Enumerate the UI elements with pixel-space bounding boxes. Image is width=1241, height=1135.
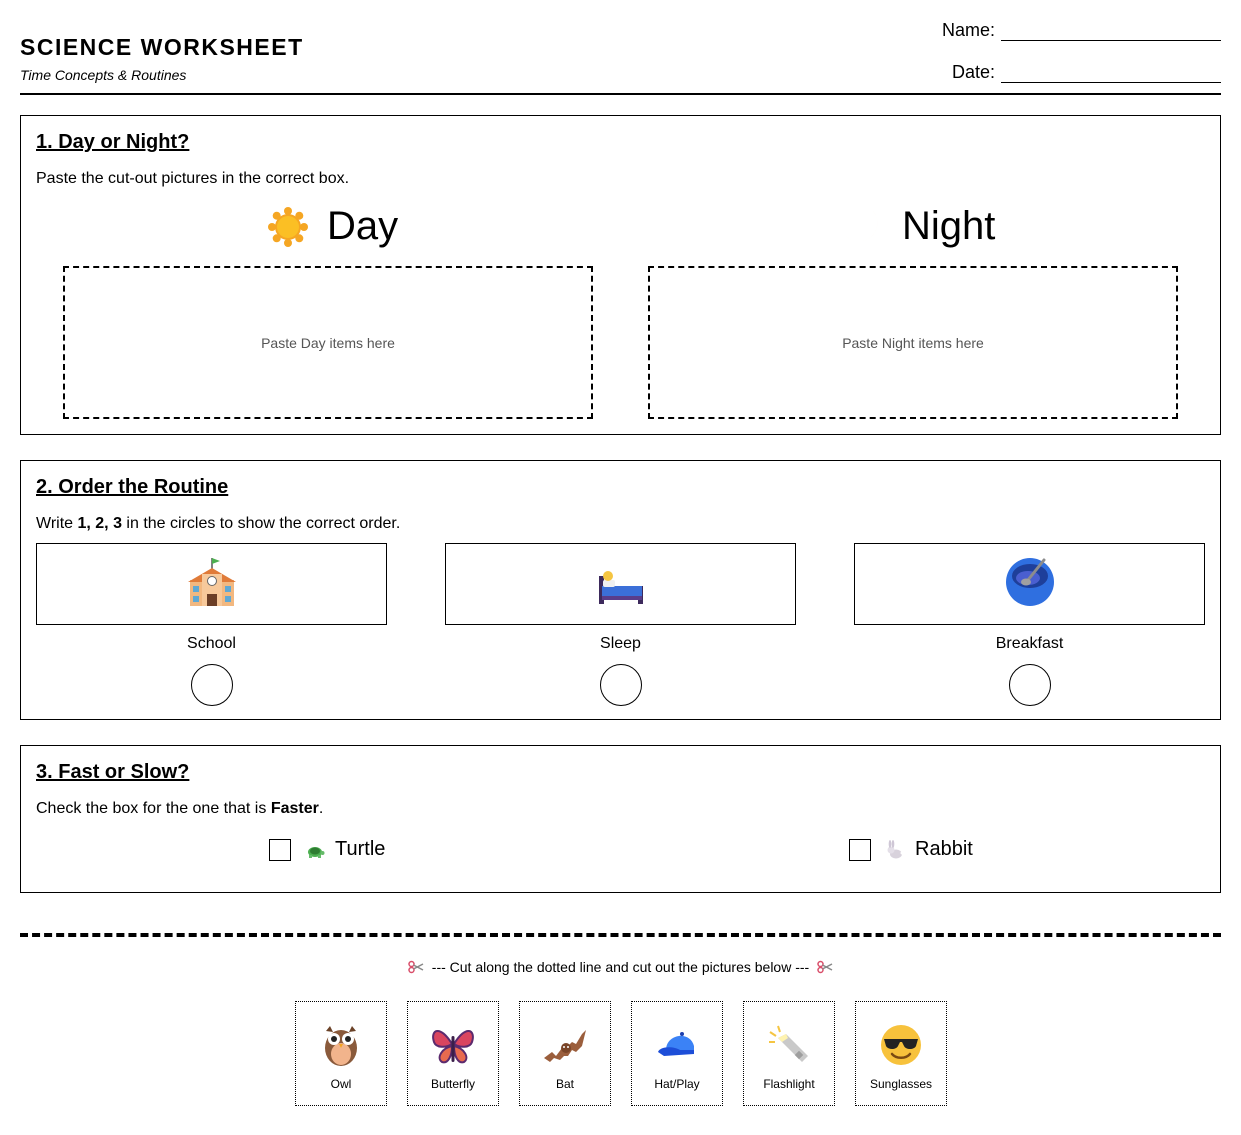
routine-picture-box — [445, 543, 796, 625]
instruction-prefix: Check the box for the one that is — [36, 800, 271, 817]
name-label: Name: — [941, 20, 995, 40]
scissors-icon — [817, 960, 833, 974]
instruction-suffix: . — [318, 800, 324, 817]
section-instruction: Write 1, 2, 3 in the circles to show the… — [36, 515, 400, 533]
cutout-card-flashlight[interactable]: Flashlight — [743, 1001, 835, 1106]
routine-picture-box — [36, 543, 387, 625]
worksheet-title: SCIENCE WORKSHEET — [20, 34, 304, 60]
cutout-cards: Owl Butterfly Bat Hat/Play Flashlight Su… — [295, 1001, 947, 1106]
card-label: Flashlight — [763, 1077, 815, 1091]
routine-label: School — [187, 635, 236, 652]
night-label: Night — [902, 204, 996, 248]
rabbit-checkbox[interactable] — [849, 838, 871, 861]
sunglasses-face-icon — [878, 1022, 924, 1068]
routine-label: Sleep — [600, 635, 641, 652]
order-circle[interactable] — [599, 664, 642, 706]
name-line[interactable] — [1001, 23, 1221, 41]
moon-icon — [842, 206, 884, 248]
routine-item-sleep: Sleep — [445, 543, 796, 706]
date-label: Date: — [951, 62, 995, 82]
choice-turtle[interactable]: Turtle — [269, 838, 385, 861]
day-heading: Day — [267, 204, 398, 249]
section-fast-or-slow: 3. Fast or Slow? Check the box for the o… — [20, 745, 1221, 893]
instruction-suffix: in the circles to show the correct order… — [121, 515, 401, 532]
routine-item-school: School — [36, 543, 387, 706]
card-label: Hat/Play — [654, 1077, 700, 1091]
day-paste-box[interactable]: Paste Day items here — [63, 266, 593, 419]
card-label: Bat — [555, 1077, 574, 1091]
bat-icon — [542, 1022, 588, 1068]
worksheet-subtitle: Time Concepts & Routines — [20, 67, 187, 83]
night-heading: Night — [842, 204, 995, 249]
card-label: Butterfly — [430, 1077, 475, 1091]
cutout-card-bat[interactable]: Bat — [519, 1001, 611, 1106]
choice-rabbit[interactable]: Rabbit — [849, 838, 973, 861]
section-title: 3. Fast or Slow? — [36, 761, 190, 783]
card-label: Owl — [330, 1077, 352, 1091]
worksheet-header: SCIENCE WORKSHEET Time Concepts & Routin… — [20, 0, 1221, 95]
date-line[interactable] — [1001, 65, 1221, 83]
order-circle[interactable] — [190, 664, 233, 706]
cutout-card-owl[interactable]: Owl — [295, 1001, 387, 1106]
butterfly-icon — [430, 1022, 476, 1068]
turtle-label: Turtle — [335, 838, 386, 860]
date-field[interactable]: Date: — [952, 62, 1221, 83]
rabbit-label: Rabbit — [915, 838, 973, 860]
night-paste-text: Paste Night items here — [842, 334, 984, 351]
night-paste-box[interactable]: Paste Night items here — [648, 266, 1178, 419]
instruction-bold: Faster — [270, 800, 319, 817]
bowl-icon — [1004, 556, 1056, 613]
routine-item-breakfast: Breakfast — [854, 543, 1205, 706]
turtle-checkbox[interactable] — [269, 838, 291, 861]
sun-icon — [267, 206, 309, 248]
order-circle[interactable] — [1008, 664, 1051, 706]
section-order-routine: 2. Order the Routine Write 1, 2, 3 in th… — [20, 460, 1221, 720]
day-paste-text: Paste Day items here — [261, 334, 395, 351]
bed-icon — [595, 556, 647, 613]
cap-icon — [654, 1022, 700, 1068]
turtle-icon — [305, 840, 325, 860]
instruction-prefix: Write — [36, 515, 78, 532]
cut-instruction: --- Cut along the dotted line and cut ou… — [0, 959, 1241, 975]
section-title: 1. Day or Night? — [36, 131, 190, 153]
card-label: Sunglasses — [869, 1077, 933, 1091]
routine-label: Breakfast — [995, 635, 1064, 652]
scissors-icon — [408, 960, 424, 974]
section-day-or-night: 1. Day or Night? Paste the cut-out pictu… — [20, 115, 1221, 435]
name-field[interactable]: Name: — [942, 20, 1221, 41]
cutout-card-butterfly[interactable]: Butterfly — [407, 1001, 499, 1106]
cut-instruction-text: --- Cut along the dotted line and cut ou… — [431, 959, 810, 975]
routine-picture-box — [854, 543, 1205, 625]
instruction-bold: 1, 2, 3 — [77, 515, 122, 532]
day-label: Day — [327, 204, 399, 248]
section-instruction: Paste the cut-out pictures in the correc… — [36, 170, 350, 187]
cutout-card-hat[interactable]: Hat/Play — [631, 1001, 723, 1106]
cutout-card-sunglasses[interactable]: Sunglasses — [855, 1001, 947, 1106]
rabbit-icon — [885, 839, 905, 860]
flashlight-icon — [766, 1022, 812, 1068]
school-icon — [186, 556, 238, 613]
owl-icon — [318, 1022, 364, 1068]
cut-line — [20, 933, 1221, 937]
section-title: 2. Order the Routine — [36, 476, 229, 498]
section-instruction: Check the box for the one that is Faster… — [36, 800, 323, 818]
